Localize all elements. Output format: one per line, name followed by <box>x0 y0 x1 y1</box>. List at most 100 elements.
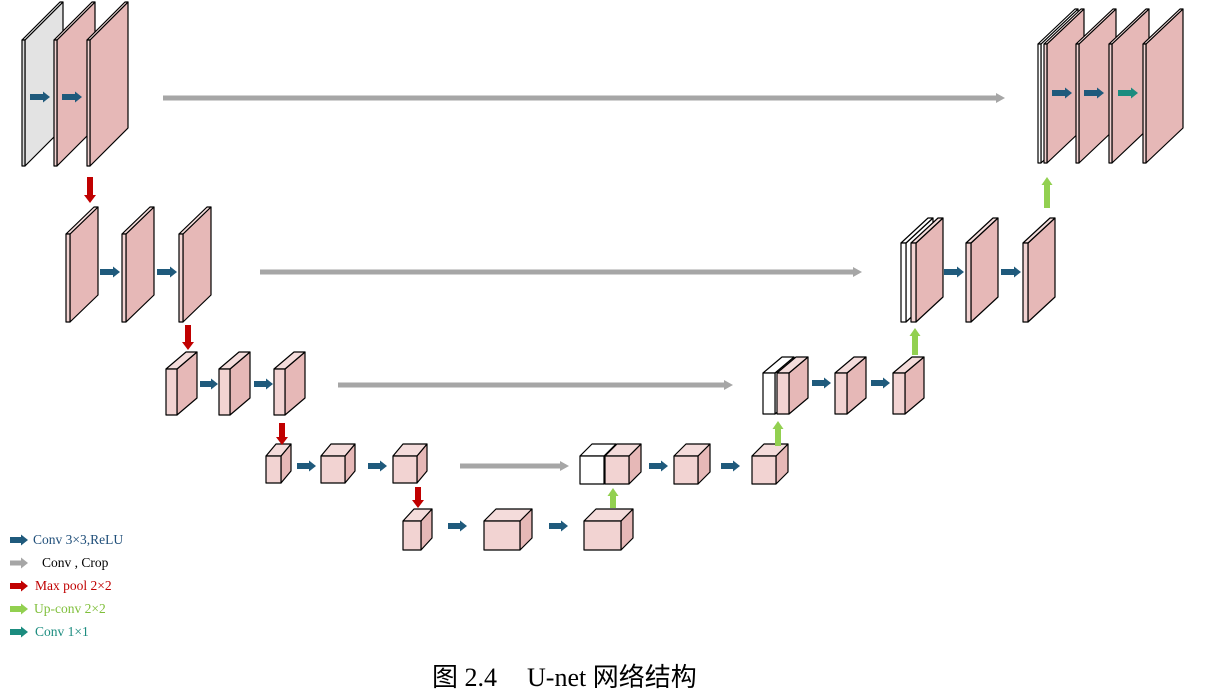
feature-map-front-face <box>751 455 777 485</box>
legend-arrow-conv1x1 <box>10 626 28 638</box>
feature-map-side-face <box>1027 217 1056 323</box>
feature-map <box>604 443 642 485</box>
copy-crop-arrow <box>260 267 862 277</box>
feature-map-front-face <box>392 455 418 484</box>
feature-map-side-face <box>970 217 999 323</box>
legend-item-conv1x1: Conv 1×1 <box>10 624 89 639</box>
feature-map-front-face <box>86 39 91 167</box>
max-pool-arrow <box>276 423 288 445</box>
conv3x3-relu-arrow <box>1001 266 1021 278</box>
feature-map <box>320 443 356 484</box>
feature-map-front-face <box>65 233 71 323</box>
feature-map <box>483 508 533 551</box>
feature-map-front-face <box>583 520 622 551</box>
max-pool-arrow <box>182 325 194 350</box>
feature-map-side-face <box>1145 8 1184 164</box>
feature-map <box>965 217 999 323</box>
figure-number: 图 2.4 <box>432 663 497 692</box>
feature-map <box>751 443 789 485</box>
figure-title: U-net 网络结构 <box>527 663 697 692</box>
copy-crop-arrow <box>163 93 1005 103</box>
conv3x3-relu-arrow <box>10 534 28 546</box>
legend-item-max-pool: Max pool 2×2 <box>10 578 112 593</box>
copied-feature-map-front-face <box>1037 43 1042 164</box>
feature-map <box>265 443 292 484</box>
feature-map-front-face <box>910 242 917 323</box>
feature-map <box>892 356 925 415</box>
feature-map-side-face <box>125 206 155 323</box>
feature-map-front-face <box>1075 43 1080 164</box>
feature-maps-layer <box>21 1 1184 551</box>
feature-map-front-face <box>1043 43 1048 164</box>
feature-map-front-face <box>834 372 848 415</box>
feature-map-front-face <box>265 455 282 484</box>
conv3x3-relu-arrow <box>254 378 273 390</box>
feature-map-front-face <box>53 39 58 167</box>
feature-map-front-face <box>1142 43 1147 164</box>
copied-feature-map-front-face <box>579 455 605 485</box>
feature-map-front-face <box>178 233 184 323</box>
legend-arrow-up-conv <box>10 603 28 615</box>
feature-map <box>121 206 155 323</box>
feature-map-front-face <box>218 368 231 416</box>
copy-crop-arrow <box>460 461 569 471</box>
feature-map <box>673 443 711 485</box>
feature-map <box>392 443 428 484</box>
feature-map <box>65 206 99 323</box>
feature-map-front-face <box>673 455 699 485</box>
conv3x3-relu-arrow <box>157 266 177 278</box>
max-pool-arrow <box>10 580 28 592</box>
legend-item-conv3x3-relu: Conv 3×3,ReLU <box>10 532 123 547</box>
copied-feature-map-front-face <box>762 372 776 415</box>
feature-map <box>273 351 306 416</box>
legend-arrow-max-pool <box>10 580 28 592</box>
legend-label-conv-crop: Conv , Crop <box>42 555 109 570</box>
feature-map-front-face <box>273 368 286 416</box>
copied-feature-map-front-face <box>900 242 907 323</box>
max-pool-arrow <box>84 177 96 203</box>
feature-map-side-face <box>182 206 212 323</box>
conv3x3-relu-arrow <box>649 460 668 472</box>
conv3x3-relu-arrow <box>100 266 120 278</box>
conv3x3-relu-arrow <box>812 377 831 389</box>
conv3x3-relu-arrow <box>721 460 740 472</box>
conv3x3-relu-arrow <box>944 266 964 278</box>
up-conv-arrow <box>10 603 28 615</box>
up-conv-arrow <box>909 328 921 355</box>
conv3x3-relu-arrow <box>448 520 467 532</box>
feature-map-front-face <box>604 455 630 485</box>
copy-crop-arrow <box>10 557 28 569</box>
up-conv-arrow <box>772 421 784 446</box>
unet-diagram: Conv 3×3,ReLU Conv , Crop Max pool 2×2 U… <box>10 1 1184 692</box>
feature-map-front-face <box>1022 242 1029 323</box>
feature-map <box>583 508 634 551</box>
conv3x3-relu-arrow <box>297 460 316 472</box>
legend-label-up-conv: Up-conv 2×2 <box>34 601 106 616</box>
feature-map-front-face <box>402 520 422 551</box>
feature-map-side-face <box>69 206 99 323</box>
max-pool-arrow <box>412 487 424 508</box>
input-image-front-face <box>21 39 26 167</box>
legend-label-max-pool: Max pool 2×2 <box>35 578 112 593</box>
feature-map <box>165 351 198 416</box>
feature-map-front-face <box>165 368 178 416</box>
feature-map-front-face <box>320 455 346 484</box>
up-conv-arrow <box>607 488 619 508</box>
feature-map-front-face <box>965 242 972 323</box>
feature-map-front-face <box>121 233 127 323</box>
feature-map-front-face <box>776 372 790 415</box>
feature-map-front-face <box>1108 43 1113 164</box>
figure-caption: 图 2.4 U-net 网络结构 <box>432 663 697 692</box>
feature-map <box>218 351 251 416</box>
conv1x1-arrow <box>10 626 28 638</box>
legend-item-up-conv: Up-conv 2×2 <box>10 601 106 616</box>
conv3x3-relu-arrow <box>549 520 568 532</box>
legend-arrow-conv-crop <box>10 557 28 569</box>
feature-map <box>834 356 867 415</box>
legend: Conv 3×3,ReLU Conv , Crop Max pool 2×2 U… <box>10 532 123 639</box>
conv3x3-relu-arrow <box>368 460 387 472</box>
conv3x3-relu-arrow <box>871 377 890 389</box>
feature-map-side-face <box>89 1 129 167</box>
conv3x3-relu-arrow <box>200 378 218 390</box>
copy-crop-arrow <box>338 380 733 390</box>
